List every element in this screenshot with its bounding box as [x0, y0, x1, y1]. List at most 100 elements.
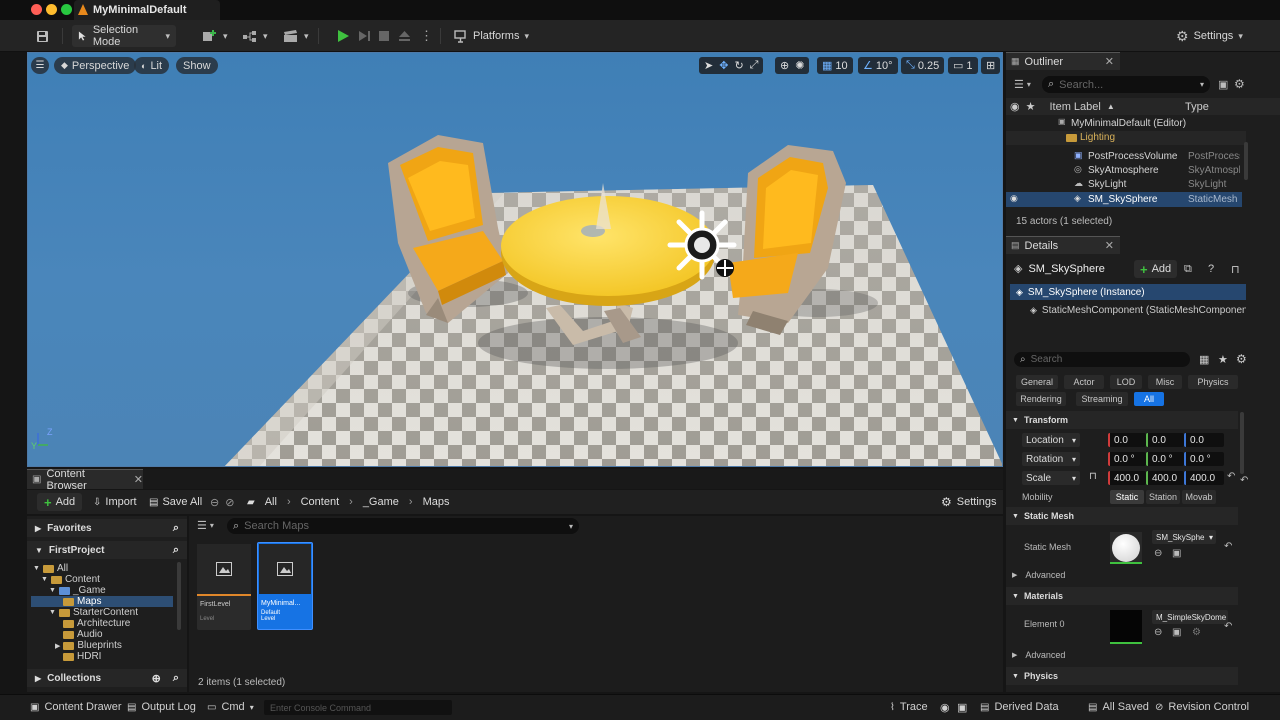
- component-row-instance[interactable]: ◈ SM_SkySphere (Instance): [1010, 284, 1246, 300]
- save-button[interactable]: [30, 25, 55, 47]
- settings-dropdown[interactable]: ⚙ Settings ▾: [1170, 25, 1249, 47]
- tree-item-all[interactable]: ▼ All: [33, 563, 68, 574]
- actor-name-label[interactable]: SM_SkySphere: [1028, 263, 1104, 275]
- filter-lod[interactable]: LOD: [1110, 375, 1142, 389]
- help-icon[interactable]: ?: [1208, 263, 1214, 275]
- breadcrumb-item[interactable]: Content: [301, 496, 340, 508]
- outliner-row[interactable]: ▣ PostProcessVolume PostProcess: [1006, 150, 1246, 164]
- derived-data-button[interactable]: ▤ Derived Data: [980, 701, 1059, 713]
- outliner-scrollbar[interactable]: [1244, 142, 1248, 180]
- surface-snap-icon[interactable]: ✺: [795, 59, 804, 72]
- filter-all[interactable]: All: [1134, 392, 1164, 406]
- col-item-label[interactable]: Item Label: [1049, 101, 1100, 113]
- maximize-viewport-button[interactable]: ⊞: [981, 57, 1001, 74]
- reset-scale-icon[interactable]: ↶: [1240, 475, 1248, 486]
- gear-icon[interactable]: ⚙: [1234, 77, 1245, 91]
- scale-x-field[interactable]: 400.0: [1108, 471, 1146, 485]
- outliner-search-input[interactable]: ⌕ Search... ▾: [1042, 76, 1210, 93]
- close-icon[interactable]: ✕: [1105, 239, 1114, 252]
- rotation-y-field[interactable]: 0.0 °: [1146, 452, 1184, 466]
- translate-tool-icon[interactable]: ✥: [719, 59, 728, 72]
- filter-actor[interactable]: Actor: [1064, 375, 1104, 389]
- show-button[interactable]: Show: [176, 57, 218, 74]
- material-options-icon[interactable]: ⚙: [1192, 627, 1201, 638]
- static-mesh-section[interactable]: ▼ Static Mesh: [1006, 507, 1238, 525]
- reset-icon[interactable]: ↶: [1227, 471, 1235, 482]
- tree-item-blueprints[interactable]: ▶ Blueprints: [55, 640, 122, 651]
- eye-icon[interactable]: ◉: [1010, 100, 1020, 113]
- level-viewport[interactable]: Z Y ☰ ◆ Perspective ◐ Lit Show ➤ ✥ ↻ ⤢ ⊕…: [27, 52, 1003, 467]
- details-tab[interactable]: ▤ Details ✕: [1006, 236, 1120, 254]
- back-icon[interactable]: ⊖: [210, 496, 219, 509]
- add-actor-button[interactable]: ▾: [196, 25, 234, 47]
- tree-scrollbar[interactable]: [177, 562, 181, 630]
- outliner-row[interactable]: ◎ SkyAtmosphere SkyAtmospl: [1006, 164, 1246, 178]
- browse-icon[interactable]: ▣: [1172, 627, 1181, 638]
- location-x-field[interactable]: 0.0: [1108, 433, 1146, 447]
- search-icon[interactable]: ⌕: [173, 544, 179, 557]
- play-options-kebab-icon[interactable]: ⋮: [414, 25, 439, 47]
- filter-general[interactable]: General: [1016, 375, 1058, 389]
- tree-item-content[interactable]: ▼ Content: [41, 574, 100, 585]
- use-selected-icon[interactable]: ⊖: [1154, 627, 1162, 638]
- tree-item-hdri[interactable]: HDRI: [63, 651, 101, 662]
- mobility-movable[interactable]: Movab: [1182, 490, 1216, 504]
- cb-save-all-button[interactable]: ▤ Save All: [149, 493, 202, 511]
- lock-icon[interactable]: ⊓: [1231, 263, 1240, 276]
- details-scrollbar[interactable]: [1240, 412, 1244, 474]
- outliner-row-selected[interactable]: ◉ ◈ SM_SkySphere StaticMesh: [1006, 192, 1242, 207]
- filter-streaming[interactable]: Streaming: [1076, 392, 1128, 406]
- table-view-icon[interactable]: ▦: [1199, 353, 1209, 366]
- breadcrumb-item[interactable]: All: [265, 496, 277, 508]
- col-type[interactable]: Type: [1185, 101, 1209, 113]
- eye-icon[interactable]: ◉: [1010, 193, 1018, 204]
- star-icon[interactable]: ★: [1026, 100, 1036, 113]
- record-icon[interactable]: ◉: [940, 701, 950, 714]
- star-icon[interactable]: ★: [1218, 353, 1228, 366]
- favorites-section[interactable]: ▶ Favorites ⌕: [27, 519, 187, 537]
- material-picker[interactable]: M_SimpleSkyDome: [1152, 610, 1228, 624]
- reset-icon[interactable]: ↶: [1224, 621, 1232, 632]
- rotation-dropdown[interactable]: Rotation ▾: [1022, 452, 1080, 466]
- scene-render[interactable]: Z Y: [28, 53, 1003, 467]
- scale-z-field[interactable]: 400.0: [1184, 471, 1224, 485]
- output-log-button[interactable]: ▤ Output Log: [127, 701, 196, 713]
- blueprint-convert-icon[interactable]: ⧉: [1184, 263, 1192, 276]
- collections-section[interactable]: ▶ Collections ⊕ ⌕: [27, 669, 187, 687]
- mesh-thumbnail[interactable]: [1110, 532, 1142, 564]
- all-saved-button[interactable]: ▤ All Saved: [1088, 701, 1149, 713]
- lock-scale-icon[interactable]: ⊓: [1089, 471, 1097, 482]
- sky-sphere-gizmo[interactable]: [667, 210, 737, 280]
- platforms-dropdown[interactable]: Platforms ▾: [448, 25, 535, 47]
- outliner-row[interactable]: ☁ SkyLight SkyLight: [1006, 178, 1246, 192]
- cb-settings-button[interactable]: ⚙ Settings: [941, 493, 997, 511]
- breadcrumb-item[interactable]: Maps: [423, 496, 450, 508]
- location-z-field[interactable]: 0.0: [1184, 433, 1224, 447]
- physics-section[interactable]: ▼ Physics: [1006, 667, 1238, 685]
- filter-physics[interactable]: Physics: [1188, 375, 1238, 389]
- tree-item-maps[interactable]: Maps: [31, 596, 173, 607]
- close-icon[interactable]: ✕: [1105, 55, 1114, 68]
- tree-item-audio[interactable]: Audio: [63, 629, 103, 640]
- content-drawer-button[interactable]: ▣ Content Drawer: [30, 701, 122, 713]
- cb-add-button[interactable]: + Add: [37, 493, 83, 511]
- asset-tile-myminimal[interactable]: MyMinimal... Default Level: [257, 542, 313, 630]
- mobility-static[interactable]: Static: [1110, 490, 1144, 504]
- cinematics-button[interactable]: ▾: [277, 25, 315, 47]
- static-mesh-picker[interactable]: SM_SkySphe ▾: [1152, 530, 1216, 544]
- rotation-x-field[interactable]: 0.0 °: [1108, 452, 1146, 466]
- filter-misc[interactable]: Misc: [1148, 375, 1182, 389]
- revision-control-button[interactable]: ⊘ Revision Control: [1155, 701, 1249, 713]
- outliner-tab[interactable]: ▦ Outliner ✕: [1006, 52, 1120, 70]
- asset-search-input[interactable]: ⌕ Search Maps ▾: [227, 518, 579, 534]
- filter-rendering[interactable]: Rendering: [1016, 392, 1066, 406]
- add-folder-icon[interactable]: ▣: [1218, 78, 1228, 91]
- select-tool-icon[interactable]: ➤: [704, 59, 713, 72]
- cmd-dropdown[interactable]: ▭ Cmd ▾: [207, 701, 254, 713]
- minimize-window-button[interactable]: [46, 4, 57, 15]
- scale-y-field[interactable]: 400.0: [1146, 471, 1184, 485]
- location-y-field[interactable]: 0.0: [1146, 433, 1184, 447]
- scale-snap-toggle[interactable]: ⤡ 0.25: [901, 57, 945, 74]
- view-mode-button[interactable]: ◐ Lit: [134, 57, 170, 74]
- material-thumbnail[interactable]: [1110, 610, 1142, 644]
